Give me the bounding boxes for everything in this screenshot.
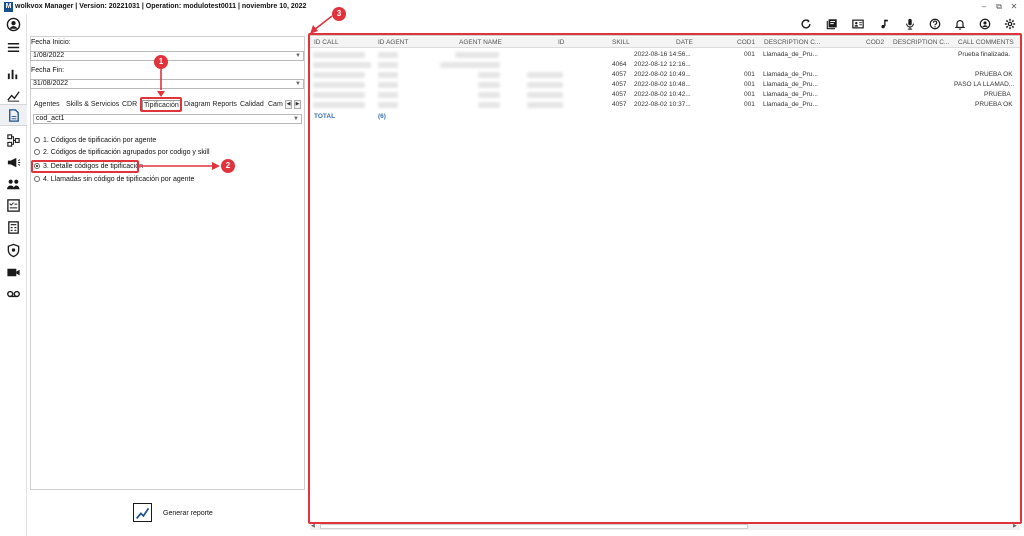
annotation-badge-2: 2 <box>221 159 235 173</box>
annotation-badge-1: 1 <box>154 55 168 69</box>
annotation-badge-3: 3 <box>332 7 346 21</box>
annotation-arrows <box>139 15 333 170</box>
